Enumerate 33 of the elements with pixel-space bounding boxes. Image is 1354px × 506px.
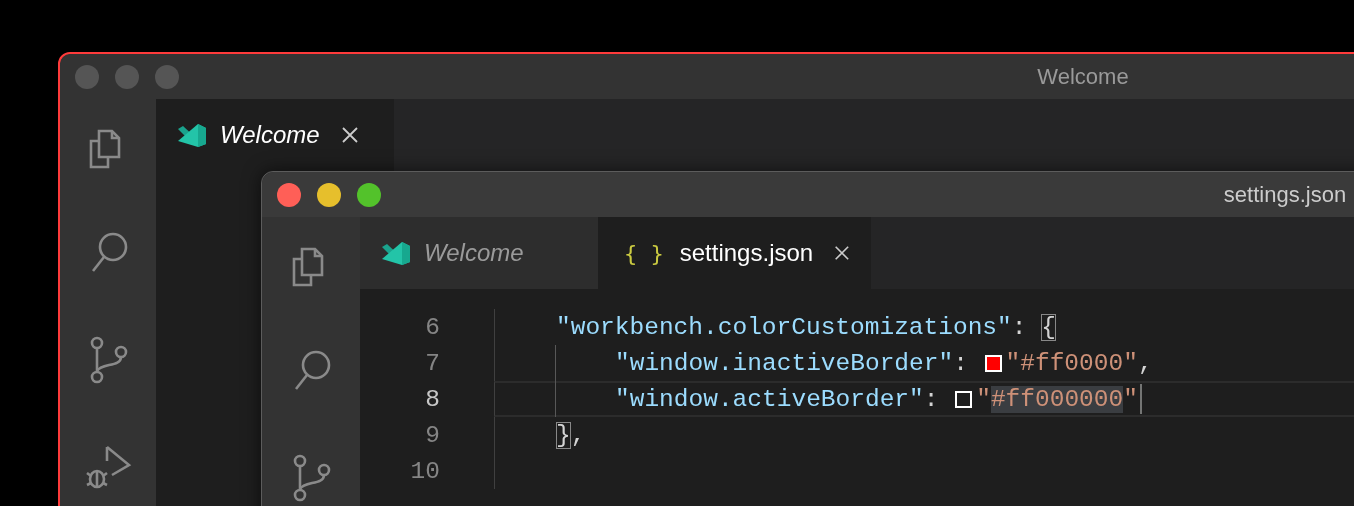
zoom-button[interactable] xyxy=(357,182,381,207)
line-number: 10 xyxy=(409,457,440,485)
line-number: 9 xyxy=(424,421,440,449)
code-token: #ff000000 xyxy=(990,385,1124,413)
close-button[interactable] xyxy=(277,182,301,207)
code-token: "window.activeBorder" xyxy=(615,385,924,413)
editor-tab[interactable]: Welcome xyxy=(360,217,598,289)
color-swatch[interactable] xyxy=(955,390,973,408)
minimize-button[interactable] xyxy=(317,182,341,207)
text-cursor xyxy=(1139,384,1142,414)
editor-tab[interactable]: { } settings.json xyxy=(598,217,871,289)
code-token: , xyxy=(1137,349,1153,377)
code-token: , xyxy=(570,421,586,449)
code-token: : xyxy=(923,385,940,413)
code-token: } xyxy=(556,421,571,449)
code-token: " xyxy=(1123,385,1138,413)
code-token: : xyxy=(953,349,969,377)
code-token: : xyxy=(1011,313,1028,341)
code-token: { xyxy=(1041,313,1056,341)
window-title: settings.json xyxy=(1223,181,1347,208)
line-number: 6 xyxy=(424,313,440,341)
editor-tab[interactable]: Welcome xyxy=(156,99,394,171)
json-icon: { } xyxy=(624,240,664,266)
code-token: " xyxy=(976,385,991,413)
code-token: "workbench.colorCustomizations" xyxy=(556,313,1012,341)
code-token: "window.inactiveBorder" xyxy=(615,349,954,377)
code-token: "#ff0000" xyxy=(1005,349,1138,377)
line-number: 8 xyxy=(424,385,440,413)
window-title: Welcome xyxy=(1037,63,1129,90)
color-swatch[interactable] xyxy=(984,354,1002,372)
line-number: 7 xyxy=(424,349,440,377)
close-icon[interactable] xyxy=(339,125,360,145)
close-icon[interactable] xyxy=(833,243,851,263)
